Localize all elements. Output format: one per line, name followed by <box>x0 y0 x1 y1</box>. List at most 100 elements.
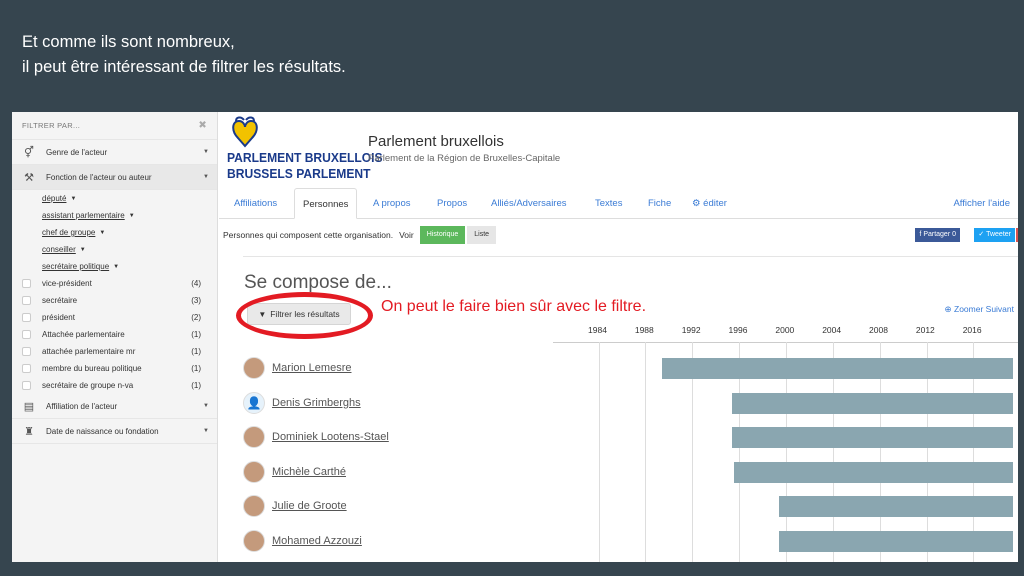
tab-fiche[interactable]: Fiche <box>640 188 679 219</box>
checkbox[interactable] <box>22 364 31 373</box>
person-name-link[interactable]: Marion Lemesre <box>272 362 351 374</box>
person-name-link[interactable]: Michèle Carthé <box>272 466 346 478</box>
timeline-year-label: 2008 <box>869 325 888 335</box>
caption-line-1: Et comme ils sont nombreux, <box>22 33 235 51</box>
browser-screenshot: FILTRER PAR... ✖ ⚥ Genre de l'acteur ▼ ⚒… <box>12 112 1018 562</box>
view-toolbar: Personnes qui composent cette organisati… <box>223 225 1018 245</box>
zoom-icon: ⊕ <box>944 304 952 314</box>
person-name-link[interactable]: Julie de Groote <box>272 500 347 512</box>
close-icon[interactable]: ✖ <box>198 120 207 131</box>
checkbox[interactable] <box>22 296 31 305</box>
timeline-bar[interactable] <box>732 427 1014 449</box>
chevron-down-icon: ▼ <box>128 212 135 219</box>
user-placeholder-icon: 👤 <box>243 391 265 414</box>
heart-logo-icon <box>232 116 258 148</box>
toolbar-description: Personnes qui composent cette organisati… <box>223 230 394 240</box>
liste-button[interactable]: Liste <box>467 226 497 244</box>
caption-line-2: il peut être intéressant de filtrer les … <box>22 58 346 76</box>
tab-textes[interactable]: Textes <box>587 188 630 219</box>
gender-icon: ⚥ <box>24 146 34 159</box>
person-name-link[interactable]: Denis Grimberghs <box>272 397 361 409</box>
filter-checkbox-row[interactable]: attachée parlementaire mr (1) <box>12 343 217 360</box>
filter-header: FILTRER PAR... ✖ <box>12 112 217 140</box>
filter-section-label: Affiliation de l'acteur <box>46 401 118 411</box>
filter-section-gender[interactable]: ⚥ Genre de l'acteur ▼ <box>12 140 217 165</box>
person-row[interactable]: Marion Lemesre <box>243 357 351 379</box>
filter-sidebar: FILTRER PAR... ✖ ⚥ Genre de l'acteur ▼ ⚒… <box>12 112 218 562</box>
edit-link[interactable]: ⚙ éditer <box>684 188 735 219</box>
timeline-gridline <box>598 342 600 562</box>
filter-checkbox-row[interactable]: membre du bureau politique (1) <box>12 360 217 377</box>
checkbox[interactable] <box>22 330 31 339</box>
filter-section-birthdate[interactable]: ♜ Date de naissance ou fondation ▼ <box>12 419 217 444</box>
timeline-bar[interactable] <box>661 358 1014 379</box>
person-name-link[interactable]: Mohamed Azzouzi <box>272 535 362 547</box>
timeline-gridline <box>645 342 647 562</box>
worker-icon: ⚒ <box>24 171 34 184</box>
filter-checkbox-row[interactable]: secrétaire (3) <box>12 292 217 309</box>
timeline-year-label: 1992 <box>681 325 701 335</box>
chevron-down-icon: ▼ <box>70 195 77 202</box>
highlight-ellipse <box>236 292 373 339</box>
chevron-down-icon: ▼ <box>113 263 120 270</box>
timeline-year-label: 2000 <box>775 325 795 335</box>
avatar <box>243 357 265 379</box>
filter-checkbox-row[interactable]: vice-président (4) <box>12 275 217 292</box>
checkbox[interactable] <box>22 347 31 356</box>
timeline-bar[interactable] <box>778 531 1014 552</box>
filter-section-affiliation[interactable]: ▤ Affiliation de l'acteur ▼ <box>12 394 217 419</box>
person-name-link[interactable]: Dominiek Lootens-Stael <box>272 431 389 443</box>
avatar <box>243 460 265 483</box>
zoom-controls[interactable]: ⊕ Zoomer Suivant <box>945 304 1015 315</box>
chevron-down-icon: ▼ <box>79 246 86 253</box>
org-subtitle: Parlement de la Région de Bruxelles-Capi… <box>368 153 561 164</box>
chevron-down-icon: ▼ <box>203 403 209 409</box>
person-row[interactable]: 👤 Denis Grimberghs <box>243 391 361 414</box>
twitter-icon: ✓ <box>978 231 985 238</box>
filter-checkbox-row[interactable]: président (2) <box>12 309 217 326</box>
parliament-logo: PARLEMENT BRUXELLOIS BRUSSELS PARLEMENT <box>227 116 383 184</box>
facebook-icon: f <box>919 231 922 238</box>
gears-icon: ⚙ <box>692 198 701 209</box>
tab-allies-adversaires[interactable]: Alliés/Adversaires <box>483 188 575 219</box>
timeline-year-label: 1984 <box>588 325 607 335</box>
tab-propos[interactable]: Propos <box>429 188 475 219</box>
section-heading: Se compose de... <box>244 272 392 293</box>
timeline-bar[interactable] <box>734 461 1014 483</box>
person-row[interactable]: Dominiek Lootens-Stael <box>243 426 389 449</box>
filter-subitem-depute[interactable]: député ▼ <box>12 190 217 207</box>
help-link[interactable]: Afficher l'aide <box>945 188 1018 219</box>
filter-subitem-secretaire-politique[interactable]: secrétaire politique ▼ <box>12 258 217 275</box>
tab-affiliations[interactable]: Affiliations <box>226 188 285 219</box>
id-card-icon: ▤ <box>23 400 35 413</box>
timeline-bar[interactable] <box>732 392 1014 414</box>
slide-caption: Et comme ils sont nombreux, il peut être… <box>22 30 346 80</box>
filter-subitem-conseiller[interactable]: conseiller ▼ <box>12 241 217 258</box>
historique-button[interactable]: Historique <box>419 226 466 244</box>
logo-text-fr: PARLEMENT BRUXELLOIS <box>227 150 383 165</box>
filter-subitem-assistant[interactable]: assistant parlementaire ▼ <box>12 207 217 224</box>
timeline-bar[interactable] <box>778 496 1014 518</box>
tab-personnes[interactable]: Personnes <box>294 188 358 219</box>
tab-a-propos[interactable]: A propos <box>365 188 419 219</box>
filter-section-function[interactable]: ⚒ Fonction de l'acteur ou auteur ▼ <box>12 165 217 190</box>
avatar <box>243 426 265 449</box>
tab-bar: Affiliations Personnes A propos Propos A… <box>219 188 1018 219</box>
tweet-button[interactable]: ✓ Tweeter <box>974 228 1015 242</box>
filter-checkbox-row[interactable]: secrétaire de groupe n-va (1) <box>12 377 217 394</box>
voir-label: Voir <box>399 230 414 240</box>
filter-checkbox-row[interactable]: Attachée parlementaire (1) <box>12 326 217 343</box>
checkbox[interactable] <box>22 313 31 322</box>
filter-section-label: Fonction de l'acteur ou auteur <box>46 172 152 182</box>
chevron-down-icon: ▼ <box>203 174 209 180</box>
person-row[interactable]: Mohamed Azzouzi <box>243 530 362 552</box>
filter-subitem-chef[interactable]: chef de groupe ▼ <box>12 224 217 241</box>
avatar <box>243 530 265 552</box>
person-row[interactable]: Michèle Carthé <box>243 460 346 483</box>
facebook-share-button[interactable]: f Partager 0 <box>915 228 960 242</box>
divider <box>243 256 1018 257</box>
person-row[interactable]: Julie de Groote <box>243 495 347 518</box>
extra-share-button[interactable] <box>1016 228 1018 242</box>
checkbox[interactable] <box>22 279 31 288</box>
checkbox[interactable] <box>22 381 31 390</box>
